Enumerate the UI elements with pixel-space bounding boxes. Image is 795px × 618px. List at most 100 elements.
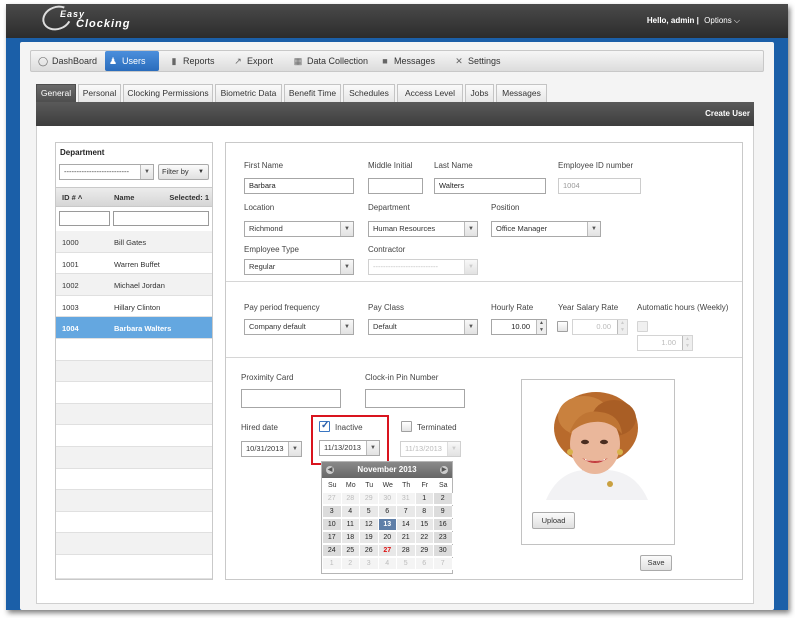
middle-initial-field[interactable] bbox=[368, 178, 423, 194]
location-select[interactable]: Richmond ▼ bbox=[244, 221, 354, 237]
tab-schedules[interactable]: Schedules bbox=[343, 84, 395, 102]
save-button[interactable]: Save bbox=[640, 555, 672, 571]
middle-initial-label: Middle Initial bbox=[368, 161, 413, 170]
calendar-header: ◀ November 2013 ▶ bbox=[322, 462, 452, 478]
calendar-day[interactable]: 13 bbox=[378, 519, 397, 531]
calendar-day[interactable]: 12 bbox=[360, 519, 379, 531]
chevron-down-icon: ▼ bbox=[340, 260, 353, 274]
nav-users[interactable]: ♟ Users bbox=[105, 51, 159, 71]
table-row[interactable]: 1003 Hillary Clinton bbox=[56, 295, 212, 318]
calendar-day[interactable]: 7 bbox=[397, 506, 416, 518]
tab-jobs[interactable]: Jobs bbox=[465, 84, 494, 102]
nav-settings[interactable]: ✕ Settings bbox=[451, 51, 511, 71]
tab-benefit-time[interactable]: Benefit Time bbox=[284, 84, 341, 102]
table-row[interactable]: 1001 Warren Buffet bbox=[56, 252, 212, 275]
filter-by-button[interactable]: Filter by ▼ bbox=[158, 164, 209, 180]
calendar-day[interactable]: 18 bbox=[341, 532, 360, 544]
tab-personal[interactable]: Personal bbox=[78, 84, 121, 102]
proximity-card-field[interactable] bbox=[241, 389, 341, 408]
divider bbox=[226, 281, 742, 282]
chevron-down-icon: ▼ bbox=[447, 442, 460, 456]
nav-export[interactable]: ↗ Export bbox=[230, 51, 282, 71]
calendar-day[interactable]: 29 bbox=[415, 545, 434, 557]
calendar-day[interactable]: 15 bbox=[415, 519, 434, 531]
hourly-rate-stepper[interactable]: 10.00 ▲ ▼ bbox=[491, 319, 547, 335]
calendar-day[interactable]: 9 bbox=[434, 506, 453, 518]
create-user-button[interactable]: Create User bbox=[705, 109, 750, 118]
calendar-day[interactable]: 27 bbox=[378, 545, 397, 557]
calendar-dow: Fr bbox=[421, 482, 429, 489]
calendar-day[interactable]: 23 bbox=[434, 532, 453, 544]
auto-hours-checkbox bbox=[637, 321, 648, 332]
hired-date-label: Hired date bbox=[241, 423, 278, 432]
calendar-day[interactable]: 3 bbox=[323, 506, 342, 518]
name-filter-input[interactable] bbox=[113, 211, 209, 226]
tools-icon: ✕ bbox=[455, 56, 463, 66]
calendar-dow: Mo bbox=[345, 482, 356, 489]
department-filter-select[interactable]: -------------------------- ▼ bbox=[59, 164, 154, 180]
calendar-day[interactable]: 25 bbox=[341, 545, 360, 557]
selected-count: Selected: 1 bbox=[169, 193, 209, 202]
action-bar: Create User bbox=[36, 102, 754, 126]
calendar-day[interactable]: 8 bbox=[415, 506, 434, 518]
calendar-day[interactable]: 2 bbox=[434, 493, 453, 505]
tab-clocking-permissions[interactable]: Clocking Permissions bbox=[123, 84, 213, 102]
terminated-checkbox[interactable] bbox=[401, 421, 412, 432]
tab-messages[interactable]: Messages bbox=[496, 84, 547, 102]
first-name-field[interactable]: Barbara bbox=[244, 178, 354, 194]
employee-type-select[interactable]: Regular ▼ bbox=[244, 259, 354, 275]
last-name-field[interactable]: Walters bbox=[434, 178, 546, 194]
stepper-arrows-icon[interactable]: ▲ ▼ bbox=[536, 320, 546, 334]
calendar-dow: Su bbox=[327, 482, 337, 489]
calendar-day[interactable]: 20 bbox=[378, 532, 397, 544]
column-name[interactable]: Name bbox=[114, 193, 134, 202]
main-nav: ◯ DashBoard ♟ Users ▮ Reports ↗ Export ▦… bbox=[30, 50, 764, 72]
table-row[interactable]: 1002 Michael Jordan bbox=[56, 274, 212, 296]
hired-date-picker[interactable]: 10/31/2013 ▼ bbox=[241, 441, 302, 457]
calendar-day[interactable]: 14 bbox=[397, 519, 416, 531]
pin-number-field[interactable] bbox=[365, 389, 465, 408]
calendar-day[interactable]: 22 bbox=[415, 532, 434, 544]
calendar-day[interactable]: 16 bbox=[434, 519, 453, 531]
table-row-selected[interactable]: 1004 Barbara Walters bbox=[56, 317, 212, 339]
prev-month-icon[interactable]: ◀ bbox=[326, 466, 334, 474]
pay-period-select[interactable]: Company default ▼ bbox=[244, 319, 354, 335]
pay-class-select[interactable]: Default ▼ bbox=[368, 319, 478, 335]
calendar-day[interactable]: 21 bbox=[397, 532, 416, 544]
id-filter-input[interactable] bbox=[59, 211, 110, 226]
calendar-day[interactable]: 30 bbox=[434, 545, 453, 557]
empty-row bbox=[56, 360, 212, 383]
nav-reports[interactable]: ▮ Reports bbox=[166, 51, 222, 71]
calendar-day[interactable]: 10 bbox=[323, 519, 342, 531]
column-id[interactable]: ID # ˄ bbox=[62, 193, 82, 202]
empty-row bbox=[56, 425, 212, 447]
calendar-day[interactable]: 24 bbox=[323, 545, 342, 557]
tab-biometric-data[interactable]: Biometric Data bbox=[215, 84, 282, 102]
calendar-day[interactable]: 1 bbox=[415, 493, 434, 505]
options-menu[interactable]: Options ⌵ bbox=[704, 16, 740, 25]
calendar-day[interactable]: 5 bbox=[360, 506, 379, 518]
table-row[interactable]: 1000 Bill Gates bbox=[56, 231, 212, 253]
calendar-day[interactable]: 28 bbox=[397, 545, 416, 557]
tab-general[interactable]: General bbox=[36, 84, 76, 102]
upload-button[interactable]: Upload bbox=[532, 512, 575, 529]
employee-list-panel: Department -------------------------- ▼ … bbox=[55, 142, 213, 580]
nav-dashboard[interactable]: ◯ DashBoard bbox=[35, 51, 103, 71]
nav-messages[interactable]: ■ Messages bbox=[377, 51, 443, 71]
tab-access-level[interactable]: Access Level bbox=[397, 84, 463, 102]
position-select[interactable]: Office Manager ▼ bbox=[491, 221, 601, 237]
nav-data-collection[interactable]: ▦ Data Collection bbox=[290, 51, 372, 71]
year-salary-label: Year Salary Rate bbox=[558, 303, 619, 312]
content-area: Department -------------------------- ▼ … bbox=[36, 126, 754, 604]
next-month-icon[interactable]: ▶ bbox=[440, 466, 448, 474]
calendar-day[interactable]: 4 bbox=[341, 506, 360, 518]
department-select[interactable]: Human Resources ▼ bbox=[368, 221, 478, 237]
year-salary-checkbox[interactable] bbox=[557, 321, 568, 332]
calendar-day[interactable]: 11 bbox=[341, 519, 360, 531]
calendar-day[interactable]: 26 bbox=[360, 545, 379, 557]
empty-row bbox=[56, 468, 212, 491]
calendar-day[interactable]: 6 bbox=[378, 506, 397, 518]
calendar-day[interactable]: 19 bbox=[360, 532, 379, 544]
auto-hours-stepper: 1.00 ▲ ▼ bbox=[637, 335, 693, 351]
calendar-day[interactable]: 17 bbox=[323, 532, 342, 544]
